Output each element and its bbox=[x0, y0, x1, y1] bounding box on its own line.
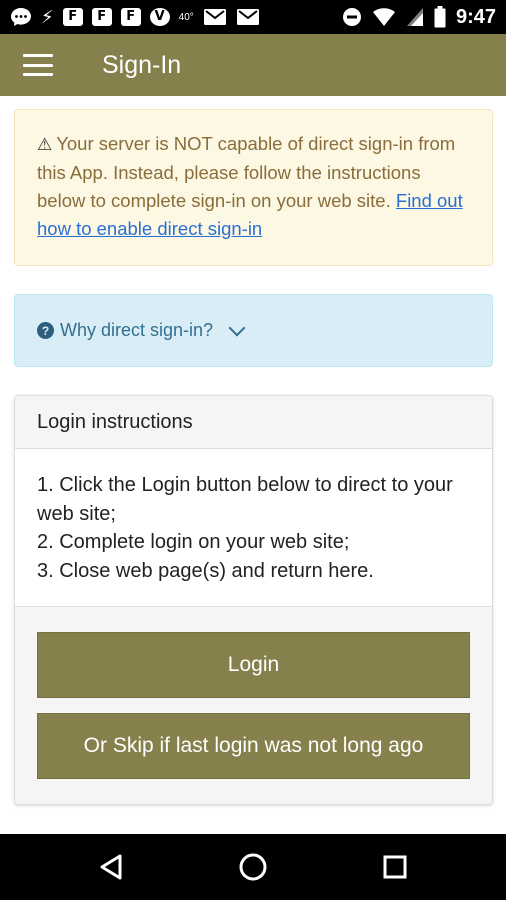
temperature: 40° bbox=[178, 11, 194, 23]
page-title: Sign-In bbox=[102, 50, 182, 79]
app-bar: Sign-In bbox=[0, 34, 506, 96]
system-icons: 9:47 bbox=[342, 6, 496, 29]
question-icon: ? bbox=[37, 322, 54, 339]
instruction-step: 2. Complete login on your web site; bbox=[37, 531, 350, 553]
back-icon[interactable] bbox=[91, 847, 131, 887]
home-icon[interactable] bbox=[233, 847, 273, 887]
panel-footer: Login Or Skip if last login was not long… bbox=[15, 607, 492, 804]
why-direct-sign-in-toggle[interactable]: ? Why direct sign-in? bbox=[14, 294, 493, 367]
why-direct-sign-in-label: Why direct sign-in? bbox=[60, 320, 214, 340]
gmail-icon bbox=[203, 9, 226, 25]
facebook-icon: F bbox=[62, 8, 83, 26]
skip-button[interactable]: Or Skip if last login was not long ago bbox=[37, 713, 470, 779]
instruction-step: 3. Close web page(s) and return here. bbox=[37, 559, 374, 582]
status-bar: ⚡ F F F V 40° 9:47 bbox=[0, 0, 506, 34]
login-instructions-panel: Login instructions 1. Click the Login bu… bbox=[14, 395, 493, 805]
instructions-list: 1. Click the Login button below to direc… bbox=[15, 449, 492, 607]
do-not-disturb-icon bbox=[342, 8, 361, 26]
wifi-icon bbox=[372, 8, 395, 26]
instruction-step: 1. Click the Login button below to direc… bbox=[37, 474, 453, 525]
clock: 9:47 bbox=[455, 5, 496, 28]
notification-icons: ⚡ F F F V 40° bbox=[10, 7, 260, 28]
warning-text: Your server is NOT capable of direct sig… bbox=[37, 133, 456, 211]
login-button[interactable]: Login bbox=[37, 632, 470, 698]
panel-heading: Login instructions bbox=[15, 396, 492, 449]
facebook-icon: F bbox=[91, 8, 112, 26]
chevron-down-icon bbox=[228, 319, 246, 336]
gmail-icon bbox=[236, 9, 259, 25]
cell-signal-icon bbox=[406, 8, 423, 26]
facebook-icon: F bbox=[120, 8, 141, 26]
warning-icon: ⚠ bbox=[37, 135, 53, 154]
battery-icon bbox=[434, 6, 446, 28]
navigation-bar bbox=[0, 834, 506, 900]
v-app-icon: V bbox=[149, 8, 170, 26]
recent-apps-icon[interactable] bbox=[375, 847, 415, 887]
warning-alert: ⚠ Your server is NOT capable of direct si… bbox=[14, 109, 493, 266]
menu-icon[interactable] bbox=[23, 54, 53, 76]
flash-icon: ⚡ bbox=[41, 6, 54, 28]
messenger-icon bbox=[11, 8, 31, 26]
